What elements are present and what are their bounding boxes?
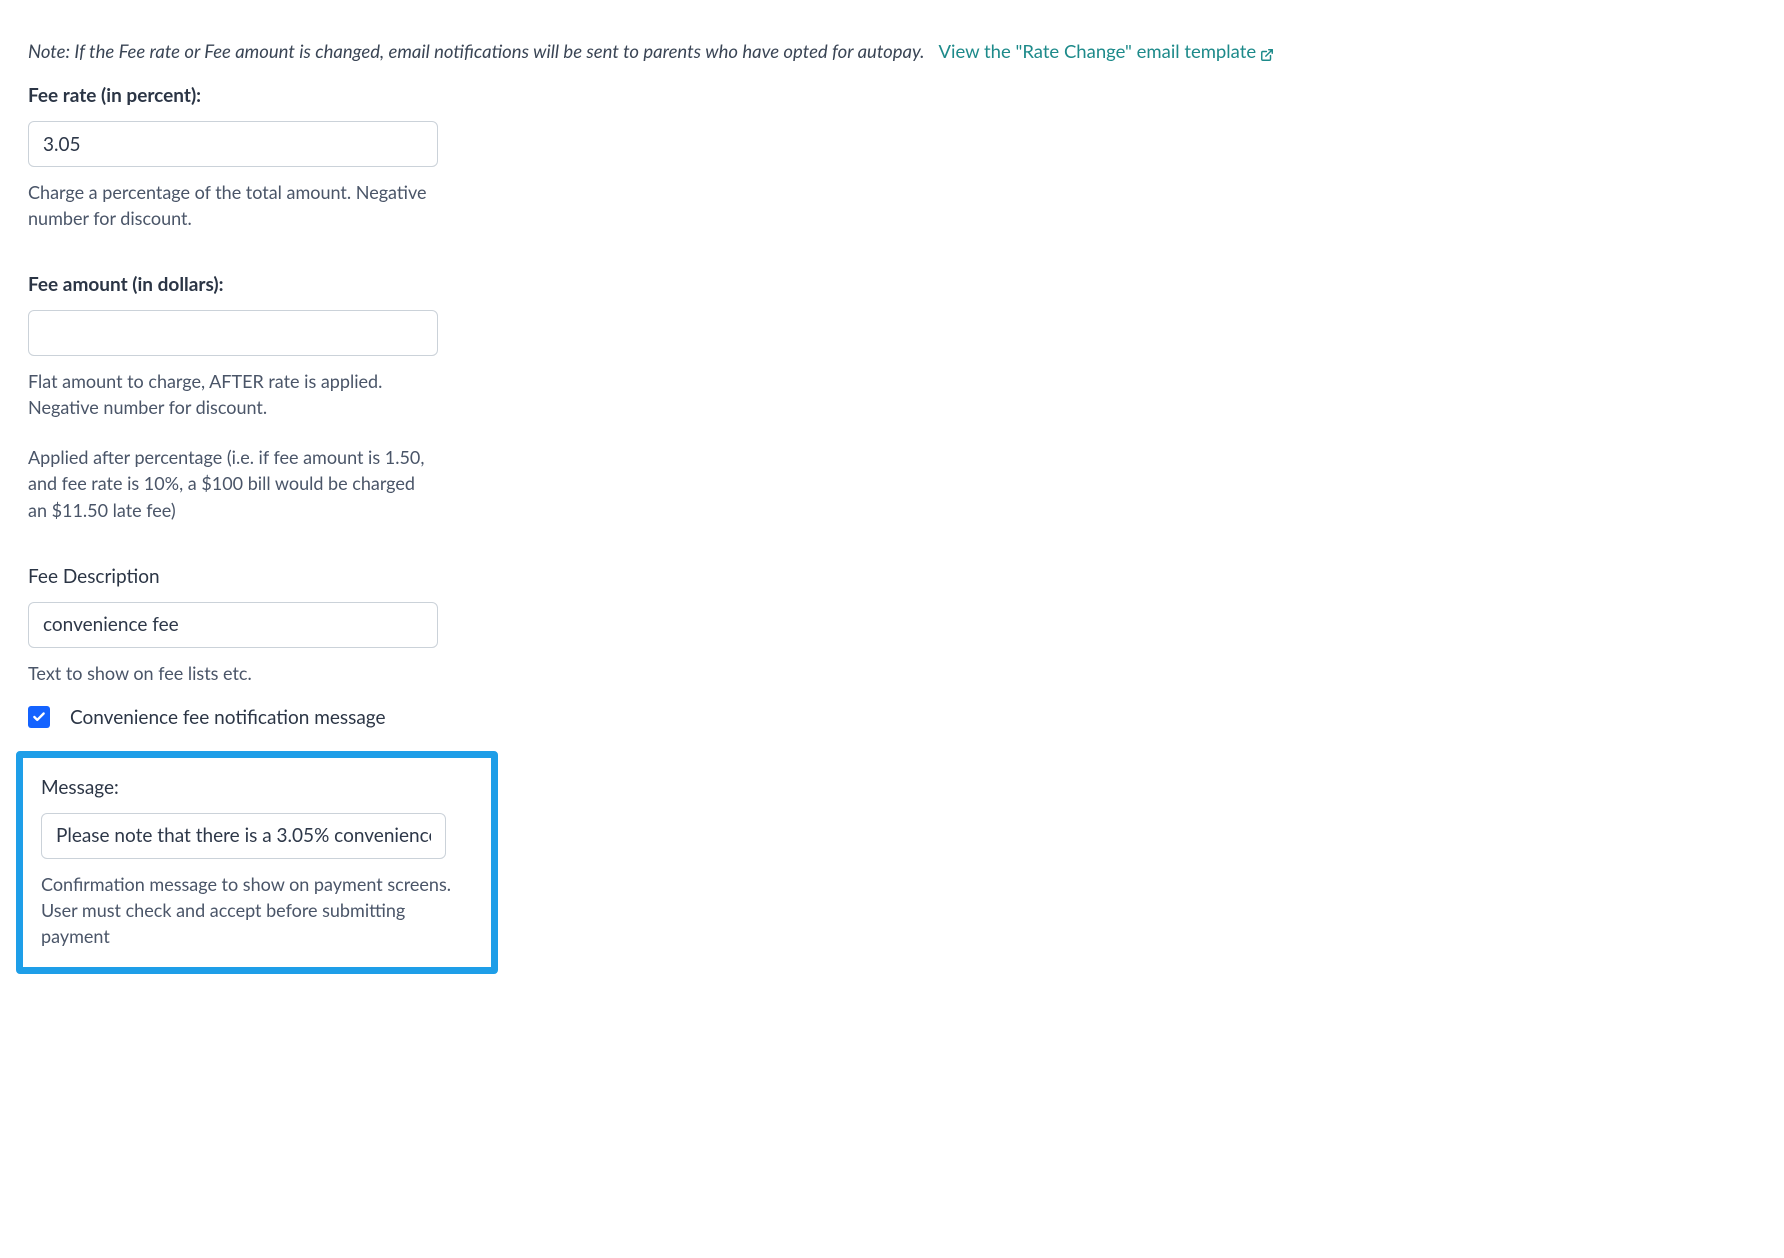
check-icon (32, 710, 46, 724)
note-text: Note: If the Fee rate or Fee amount is c… (28, 40, 924, 62)
fee-description-helper: Text to show on fee lists etc. (28, 660, 438, 686)
fee-rate-helper: Charge a percentage of the total amount.… (28, 179, 438, 231)
notification-checkbox[interactable] (28, 706, 50, 728)
fee-amount-helper1: Flat amount to charge, AFTER rate is app… (28, 368, 438, 420)
fee-amount-helper2: Applied after percentage (i.e. if fee am… (28, 444, 438, 522)
notification-checkbox-label: Convenience fee notification message (70, 706, 386, 729)
link-text: View the "Rate Change" email template (938, 40, 1256, 62)
message-label: Message: (41, 776, 473, 799)
view-template-link[interactable]: View the "Rate Change" email template (938, 40, 1274, 62)
fee-amount-label: Fee amount (in dollars): (28, 273, 438, 296)
fee-description-input[interactable] (28, 602, 438, 648)
fee-amount-input[interactable] (28, 310, 438, 356)
message-input[interactable] (41, 813, 446, 859)
message-highlight-box: Message: Confirmation message to show on… (16, 751, 498, 974)
external-link-icon (1260, 44, 1274, 58)
fee-description-label: Fee Description (28, 565, 438, 588)
fee-rate-label: Fee rate (in percent): (28, 84, 438, 107)
message-helper: Confirmation message to show on payment … (41, 871, 473, 949)
fee-rate-input[interactable] (28, 121, 438, 167)
